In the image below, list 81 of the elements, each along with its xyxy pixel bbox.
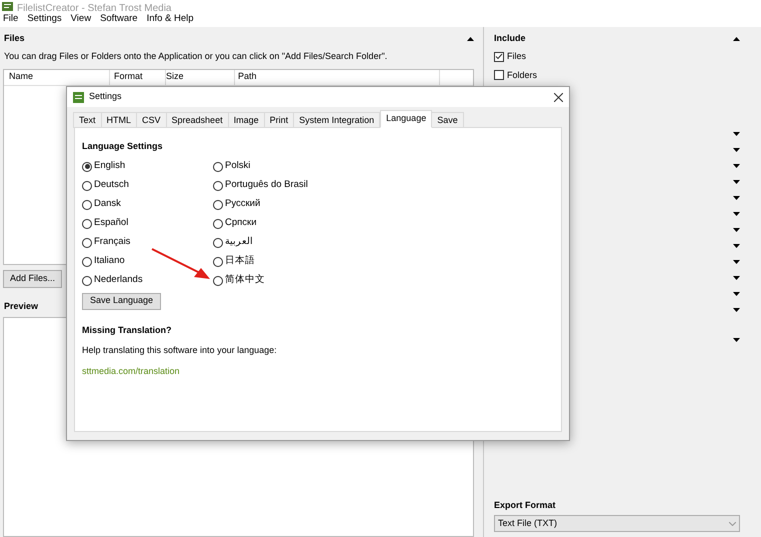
radio-label: Polski: [225, 159, 250, 174]
save-language-button[interactable]: Save Language: [82, 292, 162, 310]
expand-icon[interactable]: [733, 260, 740, 264]
expand-icon[interactable]: [733, 132, 740, 136]
expand-icon[interactable]: [733, 292, 740, 296]
tab[interactable]: Language: [380, 110, 432, 128]
radio-label: Español: [94, 216, 128, 230]
radio-button[interactable]: [82, 256, 92, 266]
expand-icon[interactable]: [733, 228, 740, 232]
radio-button[interactable]: [213, 162, 223, 172]
radio-button[interactable]: [213, 238, 223, 248]
radio-button[interactable]: [213, 256, 223, 266]
annotation-arrow: [152, 248, 210, 279]
tab[interactable]: Spreadsheet: [166, 112, 229, 128]
section-heading: Language Settings: [82, 140, 164, 153]
radio-label: English: [94, 159, 126, 174]
menu-item[interactable]: View: [70, 12, 92, 26]
radio-label: 简体中文: [225, 273, 265, 288]
dialog-title: Settings: [89, 90, 123, 104]
radio-button[interactable]: [82, 276, 92, 286]
close-icon[interactable]: [554, 92, 563, 102]
app-icon: [2, 2, 13, 11]
radio-button[interactable]: [213, 218, 223, 228]
translation-link[interactable]: sttmedia.com/translation: [82, 364, 180, 378]
menu-item[interactable]: Info & Help: [146, 12, 194, 26]
column-header[interactable]: Format: [109, 70, 165, 84]
menu-item[interactable]: Software: [100, 12, 138, 26]
radio-label: Italiano: [94, 254, 125, 268]
window-title: FilelistCreator - Stefan Trost Media: [17, 4, 172, 11]
section-title: Preview: [3, 300, 38, 312]
menu-item[interactable]: File: [3, 12, 18, 26]
expand-icon[interactable]: [733, 148, 740, 152]
menu-item[interactable]: Settings: [27, 12, 62, 26]
settings-app-icon: [73, 92, 84, 102]
collapse-icon[interactable]: [733, 37, 740, 41]
radio-label: Deutsch: [94, 178, 129, 192]
tab[interactable]: System Integration: [293, 112, 380, 128]
expand-icon[interactable]: [733, 338, 740, 342]
expand-icon[interactable]: [733, 180, 740, 184]
radio-label: Dansk: [94, 197, 121, 212]
chevron-down-icon: [729, 522, 736, 526]
column-header[interactable]: Size: [165, 70, 234, 84]
radio-button[interactable]: [82, 200, 92, 210]
tab[interactable]: Image: [228, 112, 265, 128]
expand-icon[interactable]: [733, 196, 740, 200]
radio-button[interactable]: [82, 180, 92, 190]
tab[interactable]: Text: [73, 112, 102, 128]
expand-icon[interactable]: [733, 308, 740, 312]
expand-icon[interactable]: [733, 212, 740, 216]
radio-label: العربية: [225, 235, 253, 250]
checkbox-label: Files: [507, 50, 526, 63]
radio-label: Português do Brasil: [225, 178, 308, 192]
radio-label: Русский: [225, 197, 260, 212]
column-header[interactable]: Name: [4, 70, 109, 84]
section-title: Files: [3, 32, 25, 46]
section-heading: Missing Translation?: [82, 324, 173, 337]
hint-text: You can drag Files or Folders onto the Application or you can click on "Add Files/Search Folder".: [3, 50, 388, 63]
tab[interactable]: Save: [431, 112, 464, 128]
add-files-button[interactable]: Add Files...: [3, 270, 62, 288]
column-header[interactable]: Path: [234, 70, 439, 84]
export-format-dropdown[interactable]: Text File (TXT): [494, 515, 740, 532]
checkbox-label: Folders: [507, 68, 538, 82]
radio-label: Nederlands: [94, 273, 143, 288]
expand-icon[interactable]: [733, 164, 740, 168]
radio-button[interactable]: [213, 276, 223, 286]
expand-icon[interactable]: [733, 276, 740, 280]
field-label: Export Format: [494, 498, 557, 512]
expand-icon[interactable]: [733, 244, 740, 248]
checkbox[interactable]: [494, 70, 504, 80]
radio-button[interactable]: [82, 162, 92, 172]
radio-button[interactable]: [213, 180, 223, 190]
collapse-icon[interactable]: [467, 37, 474, 41]
radio-label: Français: [94, 235, 130, 250]
checkbox[interactable]: [494, 52, 504, 62]
radio-button[interactable]: [82, 218, 92, 228]
radio-button[interactable]: [213, 200, 223, 210]
help-text: Help translating this software into your language:: [82, 344, 278, 357]
radio-button[interactable]: [82, 238, 92, 248]
radio-label: 日本語: [225, 254, 255, 268]
section-title: Include: [494, 32, 526, 46]
radio-label: Српски: [225, 216, 257, 230]
